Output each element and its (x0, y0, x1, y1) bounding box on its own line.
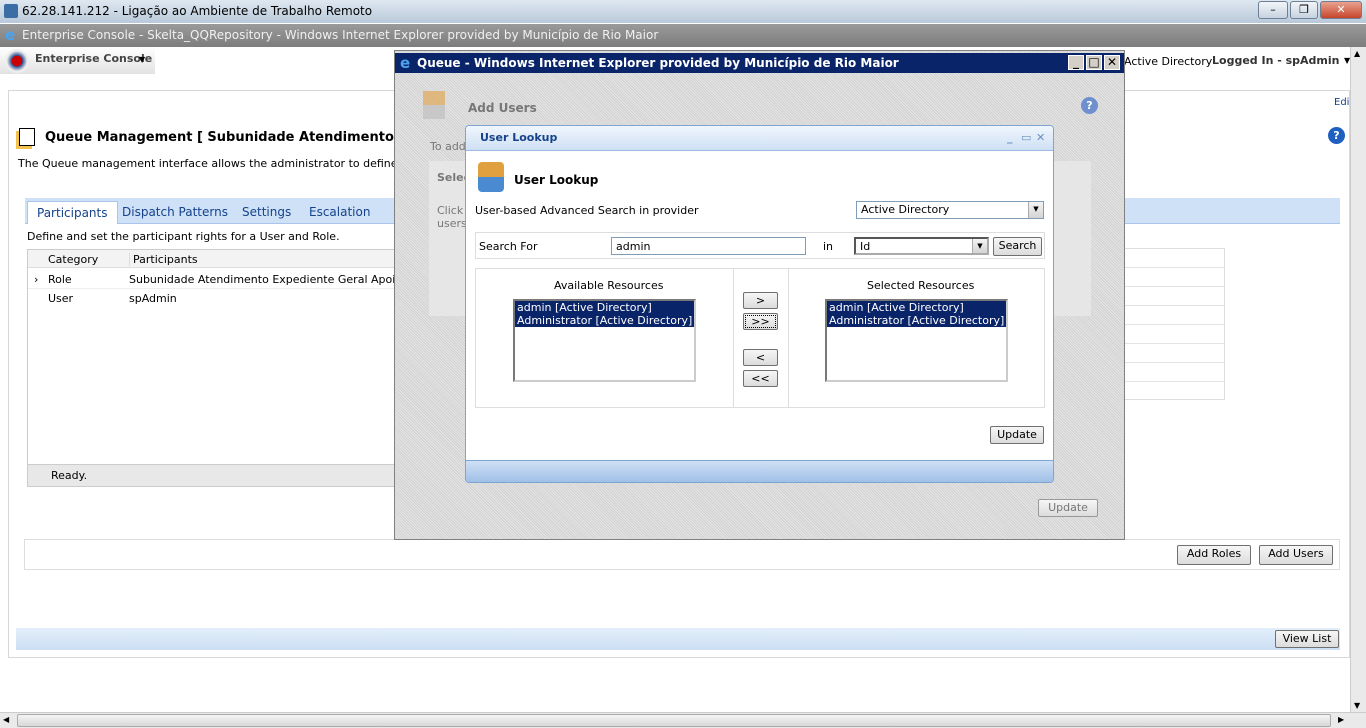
rdp-icon (4, 4, 18, 18)
maximize-icon[interactable]: ▭ (1021, 126, 1031, 150)
vertical-scrollbar[interactable]: ▲ ▼ (1350, 47, 1366, 712)
participants-grid: Category Participants › Role Subunidade … (27, 249, 413, 487)
tab-description: Define and set the participant rights fo… (27, 230, 340, 243)
add-users-icon (423, 91, 445, 119)
view-list-button[interactable]: View List (1275, 630, 1339, 648)
ie-titlebar: e Enterprise Console - Skelta_QQReposito… (0, 24, 1366, 47)
provider-label: Active Directory (1124, 55, 1213, 68)
user-lookup-icon (478, 162, 504, 192)
help-icon[interactable]: ? (1081, 97, 1098, 114)
ie-title: Enterprise Console - Skelta_QQRepository… (22, 28, 659, 42)
scroll-up-icon[interactable]: ▲ (1354, 49, 1360, 58)
in-label: in (823, 240, 834, 253)
status-bar: Ready. (28, 464, 394, 486)
search-row: Search For in Id ▼ Search (475, 232, 1045, 259)
chevron-down-icon: ▼ (139, 55, 146, 64)
column-category[interactable]: Category (48, 253, 98, 266)
click-text: Click (437, 204, 464, 217)
provider-select[interactable]: Active Directory ▼ (856, 201, 1044, 219)
search-button[interactable]: Search (993, 237, 1042, 256)
lookup-footer (466, 460, 1053, 482)
minimize-icon[interactable]: _ (1007, 126, 1013, 150)
list-item[interactable]: admin [Active Directory] (515, 301, 694, 314)
grid-header: Category Participants (28, 250, 394, 268)
chevron-down-icon: ▼ (972, 239, 987, 253)
move-right-button[interactable]: > (743, 292, 778, 309)
page-description: The Queue management interface allows th… (18, 157, 420, 170)
move-all-left-button[interactable]: << (743, 370, 778, 387)
horizontal-scrollbar[interactable]: ◀ ▶ (0, 712, 1366, 728)
ie-icon: e (5, 26, 16, 44)
queue-intro: To add (430, 140, 466, 153)
field-value: Id (860, 240, 871, 253)
ie-icon: e (400, 54, 411, 72)
users-text: users (437, 217, 467, 230)
tab-participants[interactable]: Participants (27, 201, 118, 224)
user-lookup-dialog: User Lookup _ ▭ ✕ User Lookup User-based… (465, 125, 1054, 483)
button-row (24, 539, 1340, 570)
chevron-right-icon: › (34, 273, 39, 286)
rdp-titlebar: 62.28.141.212 - Ligação ao Ambiente de T… (0, 0, 1366, 23)
lookup-title: User Lookup (514, 173, 599, 187)
table-row[interactable]: › Role Subunidade Atendimento Expediente… (28, 270, 413, 289)
field-select[interactable]: Id ▼ (854, 237, 989, 255)
logged-in-label[interactable]: Logged In - spAdmin (1212, 54, 1340, 67)
edit-link[interactable]: Edi (1334, 97, 1349, 108)
move-all-right-button[interactable]: >> (743, 313, 778, 330)
search-input[interactable] (611, 237, 806, 255)
queue-update-button[interactable]: Update (1038, 499, 1098, 517)
scroll-left-icon[interactable]: ◀ (3, 715, 9, 724)
lookup-update-button[interactable]: Update (990, 426, 1044, 444)
tab-dispatch-patterns[interactable]: Dispatch Patterns (113, 201, 237, 224)
tab-settings[interactable]: Settings (233, 201, 300, 224)
row-category: Role (48, 273, 72, 286)
add-roles-button[interactable]: Add Roles (1177, 545, 1251, 565)
close-button[interactable]: ✕ (1320, 1, 1362, 19)
queue-heading: Add Users (468, 101, 537, 115)
minimize-button[interactable]: – (1258, 1, 1288, 19)
add-users-button[interactable]: Add Users (1259, 545, 1333, 565)
scroll-down-icon[interactable]: ▼ (1354, 701, 1360, 710)
bottom-bar (16, 628, 1340, 650)
list-item[interactable]: admin [Active Directory] (827, 301, 1006, 314)
list-item[interactable]: Administrator [Active Directory] (827, 314, 1006, 327)
status-text: Ready. (51, 469, 88, 482)
provider-value: Active Directory (861, 203, 950, 216)
menu-label: Enterprise Console (35, 52, 153, 65)
chevron-down-icon: ▼ (1028, 202, 1043, 218)
queue-titlebar: e Queue - Windows Internet Explorer prov… (395, 53, 1124, 73)
close-button[interactable]: ✕ (1104, 55, 1120, 70)
table-row[interactable]: User spAdmin (28, 290, 394, 309)
minimize-button[interactable]: _ (1068, 55, 1084, 70)
column-participants[interactable]: Participants (129, 253, 198, 266)
enterprise-console-menu[interactable]: Enterprise Console ▼ (0, 47, 155, 74)
restore-button[interactable]: ❐ (1290, 1, 1318, 19)
lookup-header-title: User Lookup (480, 131, 558, 144)
selected-list[interactable]: admin [Active Directory] Administrator [… (825, 299, 1008, 382)
available-label: Available Resources (554, 279, 664, 292)
move-left-button[interactable]: < (743, 349, 778, 366)
search-for-label: Search For (479, 240, 538, 253)
maximize-button[interactable]: □ (1086, 55, 1102, 70)
help-icon[interactable]: ? (1328, 127, 1345, 144)
lookup-header: User Lookup _ ▭ ✕ (466, 126, 1053, 151)
queue-icon (19, 128, 35, 146)
app-logo-icon (5, 49, 29, 73)
queue-title: Queue - Windows Internet Explorer provid… (417, 56, 899, 70)
grid-right-columns (1124, 248, 1225, 400)
row-participants: Subunidade Atendimento Expediente Geral … (129, 273, 414, 286)
provider-label: User-based Advanced Search in provider (475, 204, 699, 217)
rdp-title: 62.28.141.212 - Ligação ao Ambiente de T… (22, 4, 373, 18)
row-participants: spAdmin (129, 292, 177, 305)
close-icon[interactable]: ✕ (1036, 126, 1045, 150)
tab-escalation[interactable]: Escalation (300, 201, 379, 224)
resources-panel: Available Resources Selected Resources a… (475, 268, 1045, 408)
selected-label: Selected Resources (867, 279, 975, 292)
available-list[interactable]: admin [Active Directory] Administrator [… (513, 299, 696, 382)
scroll-right-icon[interactable]: ▶ (1338, 715, 1344, 724)
scroll-thumb[interactable] (17, 714, 1331, 727)
list-item[interactable]: Administrator [Active Directory] (515, 314, 694, 327)
row-category: User (48, 292, 74, 305)
